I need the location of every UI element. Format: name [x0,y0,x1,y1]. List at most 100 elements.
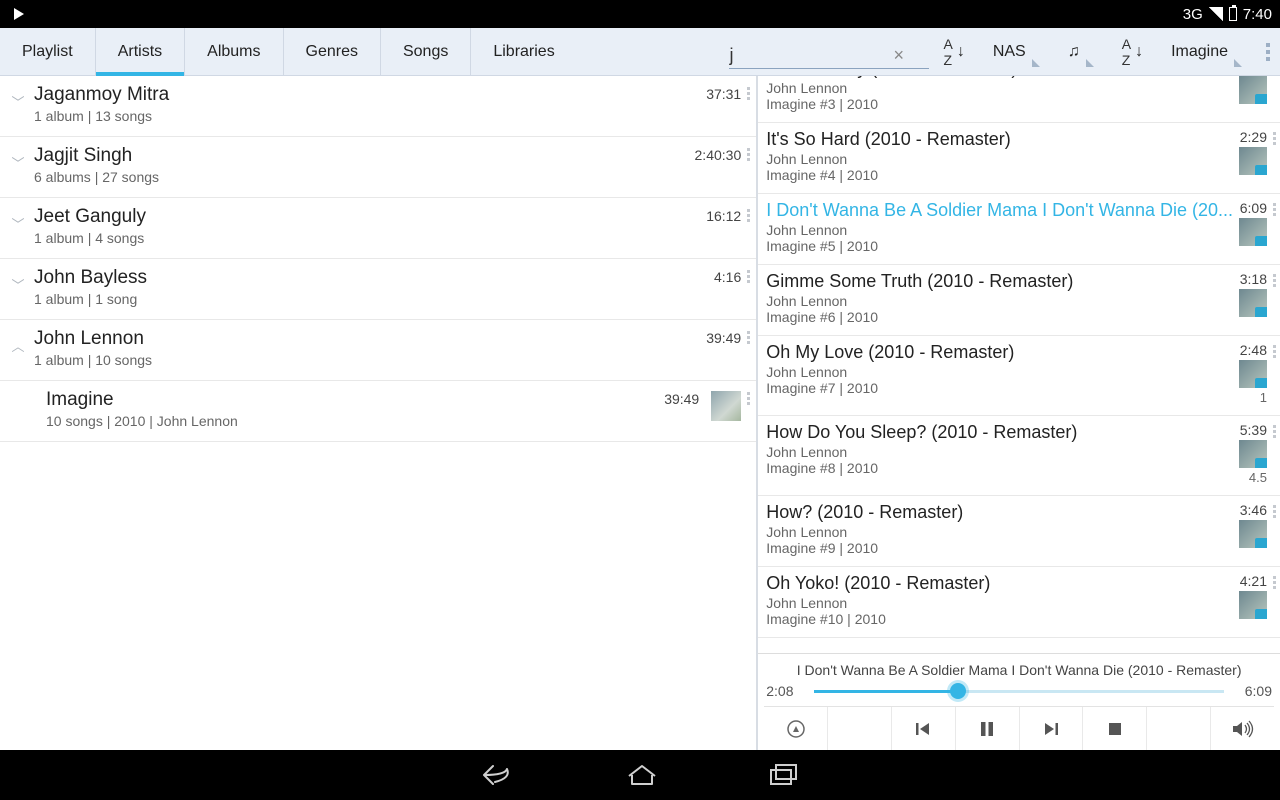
tab-albums[interactable]: Albums [185,28,283,75]
row-menu-button[interactable] [1273,271,1276,287]
row-menu-button[interactable] [1273,129,1276,145]
track-title: Jealous Guy (2010 - Remaster) [766,76,1233,79]
row-menu-button[interactable] [747,206,750,222]
artist-row[interactable]: ﹀Jaganmoy Mitra1 album | 13 songs37:31 [0,76,756,137]
track-art [1239,520,1267,548]
artist-name: John Bayless [34,267,714,289]
album-name: Imagine [46,389,664,411]
artist-row[interactable]: ﹀Jeet Ganguly1 album | 4 songs16:12 [0,198,756,259]
track-row[interactable]: How? (2010 - Remaster)John LennonImagine… [758,496,1280,567]
track-duration: 4:21 [1240,573,1267,589]
track-row[interactable]: How Do You Sleep? (2010 - Remaster)John … [758,416,1280,496]
row-menu-button[interactable] [747,84,750,100]
track-title: Oh My Love (2010 - Remaster) [766,342,1233,363]
album-filter-spinner[interactable]: Imagine [1157,28,1256,75]
artists-pane[interactable]: ﹀Jaganmoy Mitra1 album | 13 songs37:31﹀J… [0,76,758,750]
tab-libraries[interactable]: Libraries [471,28,576,75]
track-duration: 2:29 [1240,129,1267,145]
next-button[interactable] [1020,707,1084,750]
pause-button[interactable] [956,707,1020,750]
seek-bar[interactable] [814,682,1224,700]
track-rating: 4.5 [1249,470,1267,485]
network-label: 3G [1183,6,1203,23]
album-row[interactable]: Imagine10 songs | 2010 | John Lennon39:4… [0,381,756,442]
dropdown-icon [1234,59,1242,67]
track-art [1239,591,1267,619]
chevron-down-icon[interactable]: ﹀ [8,145,28,172]
artist-row[interactable]: ﹀John Bayless1 album | 1 song4:16 [0,259,756,320]
android-navbar [0,750,1280,800]
track-duration: 5:39 [1240,422,1267,438]
chevron-down-icon[interactable]: ﹀ [8,84,28,111]
recents-button[interactable] [769,763,799,787]
track-row[interactable]: Oh Yoko! (2010 - Remaster)John LennonIma… [758,567,1280,638]
track-row[interactable]: Oh My Love (2010 - Remaster)John LennonI… [758,336,1280,416]
android-statusbar: 3G 7:40 [0,0,1280,28]
track-art [1239,218,1267,246]
playback-pane: Jealous Guy (2010 - Remaster) John Lennon… [758,76,1280,750]
artist-row[interactable]: ﹀Jagjit Singh6 albums | 27 songs2:40:30 [0,137,756,198]
track-row[interactable]: It's So Hard (2010 - Remaster)John Lenno… [758,123,1280,194]
spacer [828,707,892,750]
tab-songs[interactable]: Songs [381,28,471,75]
sort-az-icon: AZ [943,36,952,68]
toolbar: PlaylistArtistsAlbumsGenresSongsLibrarie… [0,28,1280,76]
track-art [1239,440,1267,468]
track-title: Oh Yoko! (2010 - Remaster) [766,573,1233,594]
tab-artists[interactable]: Artists [96,28,185,75]
track-row[interactable]: Gimme Some Truth (2010 - Remaster)John L… [758,265,1280,336]
artist-duration: 39:49 [706,328,741,346]
search-input[interactable] [729,45,889,66]
track-title: I Don't Wanna Be A Soldier Mama I Don't … [766,200,1233,221]
artist-row[interactable]: ︿John Lennon1 album | 10 songs39:49 [0,320,756,381]
source-spinner[interactable]: NAS [979,28,1054,75]
back-button[interactable] [481,762,515,788]
row-menu-button[interactable] [1273,502,1276,518]
clock: 7:40 [1243,6,1272,23]
volume-button[interactable] [1211,707,1274,750]
queue-button[interactable] [764,707,828,750]
artist-meta: 1 album | 13 songs [34,108,706,124]
tracks-list[interactable]: Jealous Guy (2010 - Remaster) John Lennon… [758,76,1280,653]
sort-az-button-2[interactable]: AZ↓ [1108,28,1157,75]
artist-name: Jeet Ganguly [34,206,706,228]
chevron-down-icon[interactable]: ﹀ [8,267,28,294]
row-menu-button[interactable] [1273,573,1276,589]
seek-row: 2:08 6:09 [764,682,1274,706]
chevron-up-icon[interactable]: ︿ [8,328,28,355]
row-menu-button[interactable] [1273,422,1276,438]
row-menu-button[interactable] [747,267,750,283]
now-playing-bar: I Don't Wanna Be A Soldier Mama I Don't … [758,653,1280,750]
music-filter-button[interactable]: ♫ [1054,28,1108,75]
home-button[interactable] [625,762,659,788]
track-artist: John Lennon [766,524,1233,540]
track-art [1239,76,1267,104]
track-meta: Imagine #5 | 2010 [766,238,1233,254]
search-box[interactable]: × [729,42,929,69]
signal-icon [1209,7,1223,21]
spacer [1147,707,1211,750]
track-meta: Imagine #10 | 2010 [766,611,1233,627]
tab-genres[interactable]: Genres [284,28,381,75]
sort-az-button[interactable]: AZ↓ [929,28,978,75]
chevron-down-icon[interactable]: ﹀ [8,206,28,233]
row-menu-button[interactable] [1273,200,1276,216]
track-art [1239,360,1267,388]
total-time: 6:09 [1234,683,1272,699]
row-menu-button[interactable] [747,389,750,405]
track-artist: John Lennon [766,444,1233,460]
tab-playlist[interactable]: Playlist [0,28,96,75]
prev-button[interactable] [892,707,956,750]
clear-search-icon[interactable]: × [889,45,908,66]
stop-button[interactable] [1083,707,1147,750]
row-menu-button[interactable] [747,328,750,344]
overflow-menu-button[interactable] [1256,28,1280,75]
row-menu-button[interactable] [1273,342,1276,358]
track-row[interactable]: Jealous Guy (2010 - Remaster)John Lennon… [758,76,1280,123]
track-row[interactable]: I Don't Wanna Be A Soldier Mama I Don't … [758,194,1280,265]
content-area: ﹀Jaganmoy Mitra1 album | 13 songs37:31﹀J… [0,76,1280,750]
row-menu-button[interactable] [747,145,750,161]
track-artist: John Lennon [766,222,1233,238]
now-playing-title: I Don't Wanna Be A Soldier Mama I Don't … [764,660,1274,682]
track-duration: 2:48 [1240,342,1267,358]
